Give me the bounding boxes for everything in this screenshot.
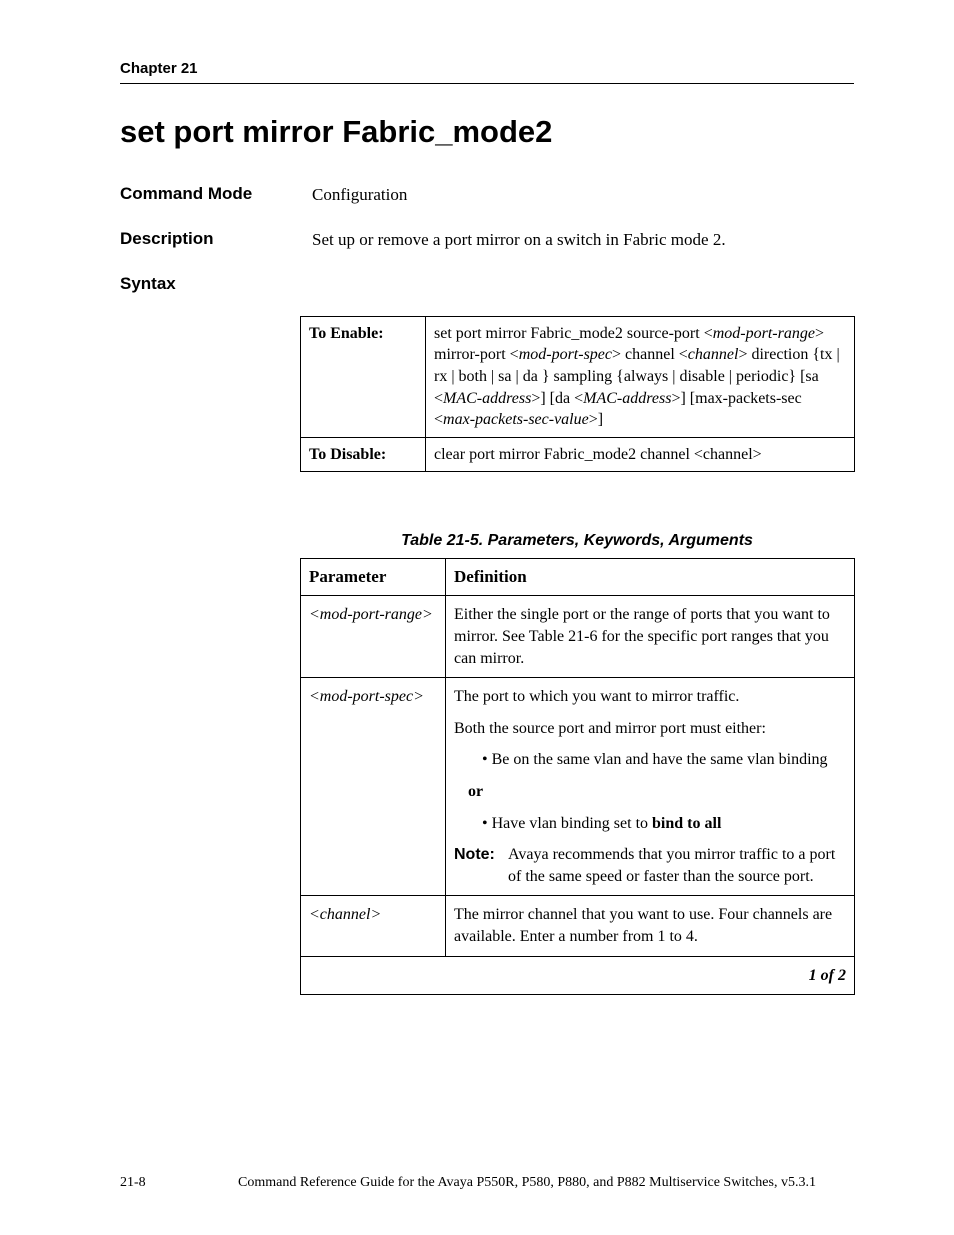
syntax-table: To Enable: set port mirror Fabric_mode2 … bbox=[300, 316, 855, 473]
label-command-mode: Command Mode bbox=[120, 184, 312, 207]
params-table: Parameter Definition <mod-port-range> Ei… bbox=[300, 558, 855, 995]
params-row: <channel> The mirror channel that you wa… bbox=[301, 896, 855, 956]
footer-text: Command Reference Guide for the Avaya P5… bbox=[200, 1175, 854, 1191]
param-name: <mod-port-range> bbox=[301, 596, 446, 678]
syntax-disable-text: clear port mirror Fabric_mode2 channel <… bbox=[426, 437, 855, 472]
note: Note: Avaya recommends that you mirror t… bbox=[454, 844, 846, 887]
row-command-mode: Command Mode Configuration bbox=[120, 184, 854, 207]
note-body: Avaya recommends that you mirror traffic… bbox=[504, 844, 846, 887]
param-name: <mod-port-spec> bbox=[301, 678, 446, 896]
footer-page-number: 21-8 bbox=[120, 1175, 200, 1191]
param-def: The port to which you want to mirror tra… bbox=[446, 678, 855, 896]
page-title: set port mirror Fabric_mode2 bbox=[120, 114, 854, 150]
params-paging: 1 of 2 bbox=[301, 956, 855, 995]
param-def: The mirror channel that you want to use.… bbox=[446, 896, 855, 956]
page-footer: 21-8 Command Reference Guide for the Ava… bbox=[120, 1175, 854, 1191]
params-header-parameter: Parameter bbox=[301, 559, 446, 596]
syntax-disable-label: To Disable: bbox=[301, 437, 426, 472]
syntax-row-disable: To Disable: clear port mirror Fabric_mod… bbox=[301, 437, 855, 472]
syntax-enable-text: set port mirror Fabric_mode2 source-port… bbox=[426, 316, 855, 437]
param-name: <channel> bbox=[301, 896, 446, 956]
params-header-row: Parameter Definition bbox=[301, 559, 855, 596]
params-row: <mod-port-spec> The port to which you wa… bbox=[301, 678, 855, 896]
syntax-row-enable: To Enable: set port mirror Fabric_mode2 … bbox=[301, 316, 855, 437]
label-description: Description bbox=[120, 229, 312, 252]
label-syntax: Syntax bbox=[120, 274, 312, 294]
row-syntax: Syntax bbox=[120, 274, 854, 294]
syntax-enable-label: To Enable: bbox=[301, 316, 426, 437]
params-row: <mod-port-range> Either the single port … bbox=[301, 596, 855, 678]
chapter-header: Chapter 21 bbox=[120, 60, 854, 77]
note-label: Note: bbox=[454, 844, 504, 887]
params-table-caption: Table 21-5. Parameters, Keywords, Argume… bbox=[300, 532, 854, 550]
row-description: Description Set up or remove a port mirr… bbox=[120, 229, 854, 252]
header-rule bbox=[120, 83, 854, 84]
params-paging-row: 1 of 2 bbox=[301, 956, 855, 995]
value-command-mode: Configuration bbox=[312, 184, 854, 207]
value-description: Set up or remove a port mirror on a swit… bbox=[312, 229, 854, 252]
param-def: Either the single port or the range of p… bbox=[446, 596, 855, 678]
params-header-definition: Definition bbox=[446, 559, 855, 596]
